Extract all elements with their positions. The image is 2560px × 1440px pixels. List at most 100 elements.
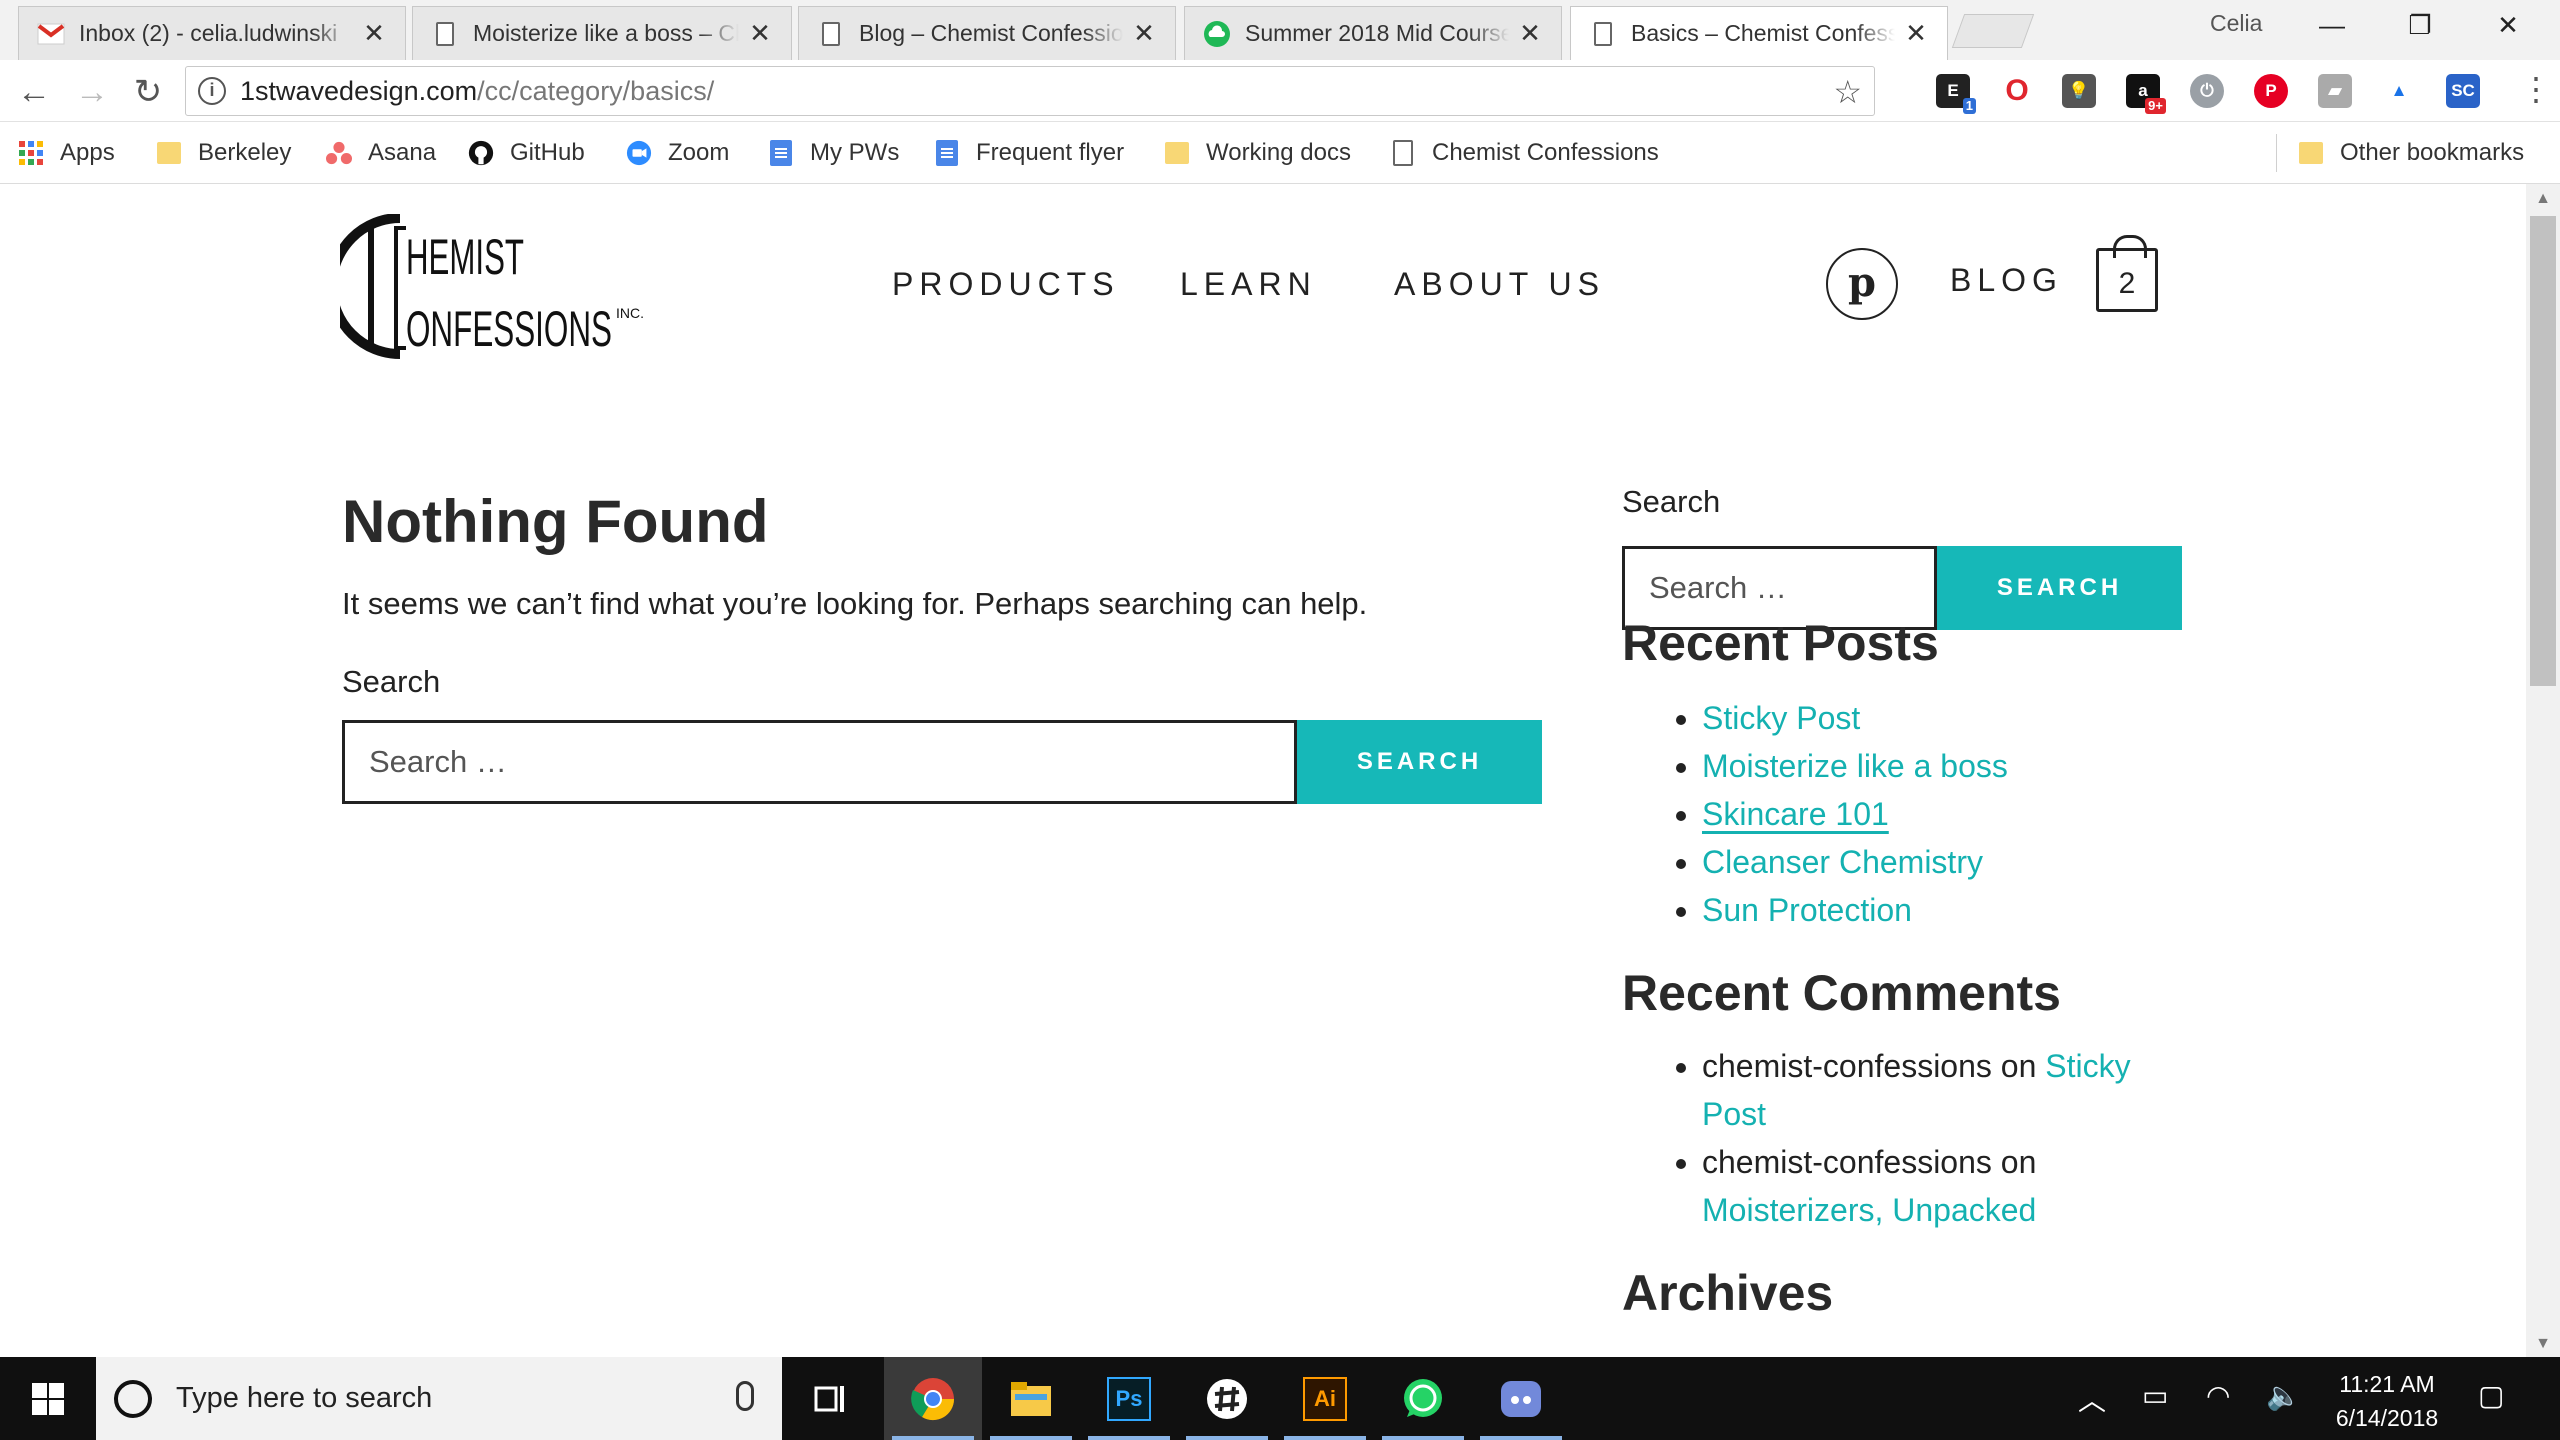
site-info-icon[interactable]: i	[198, 77, 226, 105]
bookmark-frequent-flyer[interactable]: Frequent flyer	[934, 132, 1124, 174]
bookmark-github[interactable]: GitHub	[468, 132, 585, 174]
list-item: Moisterize like a boss	[1702, 742, 2008, 790]
illustrator-icon[interactable]: Ai	[1276, 1357, 1374, 1440]
close-tab-icon[interactable]: ✕	[1131, 18, 1157, 49]
sidebar-search-button[interactable]: SEARCH	[1937, 546, 2182, 630]
clock-time[interactable]: 11:21 AM	[2322, 1371, 2452, 1398]
forward-button[interactable]: →	[72, 72, 112, 112]
scroll-thumb[interactable]	[2530, 216, 2556, 686]
tab-blog[interactable]: Blog – Chemist Confessions ✕	[798, 6, 1176, 60]
comment-author: chemist-confessions	[1702, 1048, 1992, 1084]
windows-taskbar: Type here to search Ps Ai ︿ ▭ ◠ 🔈 11:21 …	[0, 1357, 2560, 1440]
logo-line2: ONFESSIONS	[406, 301, 612, 357]
microphone-icon[interactable]	[736, 1381, 754, 1411]
comment-post-link[interactable]: Moisterizers, Unpacked	[1702, 1192, 2036, 1228]
main-search-button[interactable]: SEARCH	[1297, 720, 1542, 804]
nav-learn[interactable]: LEARN	[1180, 266, 1317, 303]
volume-icon[interactable]: 🔈	[2266, 1379, 2301, 1412]
address-bar[interactable]: i 1stwavedesign.com/cc/category/basics/ …	[185, 66, 1875, 116]
main-search-input[interactable]: Search …	[342, 720, 1297, 804]
close-tab-icon[interactable]: ✕	[747, 18, 773, 49]
task-view-icon[interactable]	[782, 1357, 880, 1440]
extension-icon[interactable]: E1	[1936, 74, 1976, 114]
recent-post-link[interactable]: Sticky Post	[1702, 700, 1860, 736]
taskbar-search-text: Type here to search	[176, 1382, 433, 1414]
whatsapp-icon[interactable]	[1374, 1357, 1472, 1440]
sidebar-search-label: Search	[1622, 484, 1721, 519]
chrome-menu-icon[interactable]: ⋮	[2520, 70, 2552, 108]
site-logo[interactable]: HEMIST ONFESSIONS INC.	[340, 214, 650, 359]
bookmark-working-docs[interactable]: Working docs	[1164, 132, 1351, 174]
logo-suffix: INC.	[616, 305, 644, 321]
photoshop-icon[interactable]: Ps	[1080, 1357, 1178, 1440]
bookmark-other[interactable]: Other bookmarks	[2298, 132, 2524, 174]
scroll-down-arrow[interactable]: ▼	[2526, 1335, 2560, 1353]
bookmark-chemist-confessions[interactable]: Chemist Confessions	[1390, 132, 1659, 174]
photoshop-label: Ps	[1107, 1376, 1151, 1421]
drive-extension-icon[interactable]: ▲	[2382, 74, 2416, 108]
back-button[interactable]: ←	[14, 72, 54, 112]
scroll-up-arrow[interactable]: ▲	[2526, 190, 2560, 208]
recent-post-link[interactable]: Sun Protection	[1702, 892, 1912, 928]
recent-post-link[interactable]: Cleanser Chemistry	[1702, 844, 1983, 880]
recent-post-link[interactable]: Moisterize like a boss	[1702, 748, 2008, 784]
bookmark-zoom[interactable]: Zoom	[626, 132, 729, 174]
cart-icon[interactable]: 2	[2096, 235, 2158, 312]
url-domain: 1stwavedesign.com	[240, 75, 478, 106]
bookmark-apps[interactable]: Apps	[18, 132, 115, 174]
taskbar-search-box[interactable]: Type here to search	[96, 1357, 782, 1440]
clock-date[interactable]: 6/14/2018	[2322, 1405, 2452, 1432]
tab-title: Summer 2018 Mid Course	[1245, 20, 1509, 46]
file-explorer-icon[interactable]	[982, 1357, 1080, 1440]
recent-post-link[interactable]: Skincare 101	[1702, 796, 1889, 832]
bookmark-my-pws[interactable]: My PWs	[768, 132, 899, 174]
battery-icon[interactable]: ▭	[2142, 1379, 2168, 1412]
page-scrollbar[interactable]: ▲ ▼	[2526, 184, 2560, 1357]
logo-line1: HEMIST	[406, 229, 524, 285]
nav-about-us[interactable]: ABOUT US	[1394, 266, 1605, 303]
close-window-button[interactable]: ✕	[2478, 10, 2538, 46]
page-icon	[1390, 140, 1416, 166]
start-button[interactable]	[0, 1357, 96, 1440]
bookmark-berkeley[interactable]: Berkeley	[156, 132, 291, 174]
pinterest-extension-icon[interactable]: P	[2254, 74, 2288, 108]
tab-title: Inbox (2) - celia.ludwinski	[79, 20, 338, 46]
bookmark-star-icon[interactable]: ☆	[1833, 73, 1862, 111]
list-item: Sticky Post	[1702, 694, 2008, 742]
tab-moisterize[interactable]: Moisterize like a boss – Chemist ✕	[412, 6, 792, 60]
recent-posts-list: Sticky Post Moisterize like a boss Skinc…	[1622, 694, 2008, 934]
action-center-icon[interactable]: ▢	[2478, 1379, 2504, 1412]
pinterest-icon[interactable]: p	[1826, 248, 1898, 320]
illustrator-label: Ai	[1303, 1376, 1347, 1421]
close-tab-icon[interactable]: ✕	[1903, 18, 1929, 49]
amazon-badge: 9+	[2145, 98, 2166, 114]
chrome-icon[interactable]	[884, 1357, 982, 1440]
wifi-icon[interactable]: ◠	[2206, 1379, 2230, 1412]
minimize-button[interactable]: —	[2302, 10, 2362, 46]
nav-blog[interactable]: BLOG	[1950, 262, 2063, 299]
nav-products[interactable]: PRODUCTS	[892, 266, 1120, 303]
close-tab-icon[interactable]: ✕	[361, 18, 387, 49]
profile-name[interactable]: Celia	[2210, 10, 2262, 37]
sc-extension-icon[interactable]: SC	[2446, 74, 2480, 108]
amazon-icon[interactable]: a 9+	[2126, 74, 2166, 114]
lightbulb-extension-icon[interactable]: 💡	[2062, 74, 2096, 108]
tab-basics-active[interactable]: Basics – Chemist Confessions ✕	[1570, 6, 1948, 60]
discord-icon[interactable]	[1472, 1357, 1570, 1440]
close-tab-icon[interactable]: ✕	[1517, 18, 1543, 49]
bookmarks-divider	[2276, 134, 2277, 172]
page-icon	[1589, 20, 1617, 48]
tab-summer-course[interactable]: Summer 2018 Mid Course ✕	[1184, 6, 1562, 60]
show-hidden-icons-icon[interactable]: ︿	[2078, 1379, 2106, 1419]
opera-icon[interactable]: O	[2000, 74, 2034, 108]
reload-button[interactable]: ↻	[128, 72, 168, 112]
clipper-extension-icon[interactable]: ▰	[2318, 74, 2352, 108]
tab-gmail-inbox[interactable]: Inbox (2) - celia.ludwinski ✕	[18, 6, 406, 60]
running-app-indicator	[1088, 1436, 1170, 1440]
bookmarks-bar: Apps Berkeley Asana GitHub Zoom My PWs F…	[0, 122, 2560, 184]
bookmark-asana[interactable]: Asana	[326, 132, 436, 174]
restore-button[interactable]: ❐	[2390, 10, 2450, 46]
new-tab-button[interactable]	[1951, 14, 2035, 48]
power-extension-icon[interactable]: ⏻	[2190, 74, 2224, 108]
slack-icon[interactable]	[1178, 1357, 1276, 1440]
